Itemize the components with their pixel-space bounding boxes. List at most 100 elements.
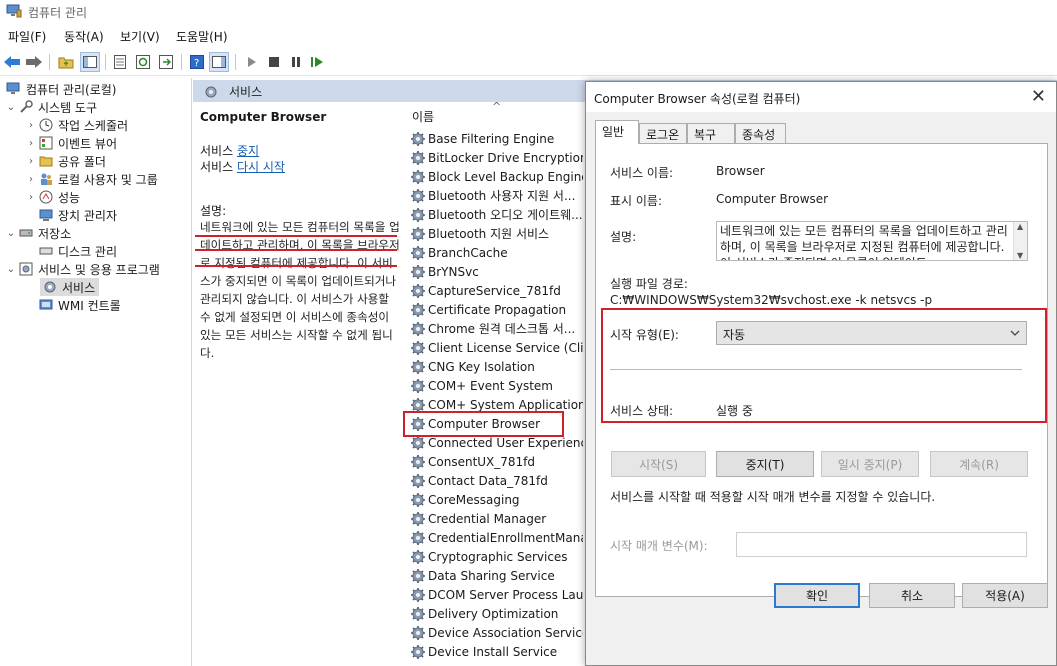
ok-button[interactable]: 확인 [774,583,860,608]
service-row-name: Bluetooth 지원 서비스 [428,227,550,241]
service-gear-icon [410,302,426,318]
menu-view[interactable]: 보기(V) [120,28,160,45]
service-name-value: Browser [716,164,765,178]
tree-item[interactable]: ⌄ 저장소 [6,224,71,242]
start-button[interactable]: 시작(S) [611,451,706,477]
service-gear-icon [410,340,426,356]
tree-item-label: 작업 스케줄러 [58,118,129,133]
service-row-name: Device Association Service [428,625,583,640]
service-row-name: Block Level Backup Engine ... [428,169,583,184]
display-name-value[interactable]: Computer Browser [716,192,828,206]
chevron-down-icon[interactable]: ⌄ [6,264,16,275]
scroll-up-icon[interactable]: ▲ [1017,222,1023,231]
computer-management-icon [6,4,22,18]
refresh-icon[interactable] [133,52,153,72]
help-icon[interactable]: ? [187,52,207,72]
restart-service-link[interactable]: 다시 시작 [237,160,285,174]
chevron-right-icon[interactable]: › [26,138,36,149]
annotation-underline [195,235,397,237]
tab-dependencies-label: 종속성 [742,128,776,142]
service-row-name: Delivery Optimization [428,606,559,621]
description-box-text: 네트워크에 있는 모든 컴퓨터의 목록을 업데이트하고 관리하며, 이 목록을 … [720,224,1008,260]
stop-service-link[interactable]: 중지 [237,144,259,158]
menu-file[interactable]: 파일(F) [8,28,46,45]
tab-dependencies[interactable]: 종속성 [735,123,786,143]
service-gear-icon [410,169,426,185]
chevron-down-icon[interactable]: ⌄ [6,228,16,239]
description-box[interactable]: 네트워크에 있는 모든 컴퓨터의 목록을 업데이트하고 관리하며, 이 목록을 … [716,221,1028,261]
disk-icon [38,244,54,258]
device-manager-icon [38,208,54,222]
start-params-input[interactable] [736,532,1027,557]
service-row-name: Credential Manager [428,511,547,526]
selected-service-name: Computer Browser [200,110,327,124]
tree-item[interactable]: ⌄ 서비스 및 응용 프로그램 [6,260,160,278]
up-folder-icon[interactable] [56,52,76,72]
highlight-box-computer-browser [403,411,564,437]
tab-general[interactable]: 일반 [595,120,639,144]
service-row-name: Certificate Propagation [428,302,567,317]
close-icon[interactable]: ✕ [1031,86,1046,107]
description-scrollbar[interactable]: ▲ ▼ [1013,222,1027,260]
service-gear-icon [410,549,426,565]
show-hide-tree-icon[interactable] [80,52,100,72]
resume-button[interactable]: 계속(R) [930,451,1028,477]
service-gear-icon [410,283,426,299]
exe-path-value: C:₩WINDOWS₩System32₩svchost.exe -k netsv… [610,293,933,307]
column-header-name[interactable]: 이름 [412,108,434,125]
properties-sheet-icon[interactable] [110,52,130,72]
tree-item[interactable]: › 성능 [26,188,80,206]
service-gear-icon [410,131,426,147]
service-row-name: ConsentUX_781fd [428,454,536,469]
tree-item[interactable]: ⌄ 시스템 도구 [6,98,97,116]
cancel-button[interactable]: 취소 [869,583,955,608]
service-row-name: DCOM Server Process Lau... [428,587,583,602]
chevron-right-icon[interactable]: › [26,174,36,185]
scroll-down-icon[interactable]: ▼ [1017,251,1023,260]
tree-item[interactable]: 디스크 관리 [26,242,117,260]
service-description-pane: Computer Browser 서비스 중지 서비스 다시 시작 설명: 네트… [193,102,403,666]
title-bar: 컴퓨터 관리 [0,0,1057,24]
services-gear-icon [205,86,217,98]
menu-action[interactable]: 동작(A) [64,28,104,45]
tree-item[interactable]: › 작업 스케줄러 [26,116,128,134]
back-arrow-icon[interactable] [2,52,22,72]
tree-item-label: WMI 컨트롤 [58,298,121,313]
tab-recovery[interactable]: 복구 [687,123,735,143]
clock-icon [38,118,54,132]
description-label: 설명: [200,204,227,218]
tree-item[interactable]: 장치 관리자 [26,206,117,224]
export-list-icon[interactable] [156,52,176,72]
service-gear-icon [410,188,426,204]
stop-service-icon[interactable] [264,52,284,72]
chevron-down-icon[interactable]: ⌄ [6,102,16,113]
chevron-right-icon[interactable]: › [26,156,36,167]
chevron-right-icon[interactable]: › [26,120,36,131]
tree-item[interactable]: WMI 컨트롤 [26,296,121,314]
forward-arrow-icon[interactable] [24,52,44,72]
service-row-name: COM+ Event System [428,378,553,393]
pause-button[interactable]: 일시 중지(P) [821,451,919,477]
service-gear-icon [410,568,426,584]
service-gear-icon [410,378,426,394]
shared-folder-icon [38,154,54,168]
tree-root[interactable]: 컴퓨터 관리(로컬) [4,80,116,98]
chevron-right-icon[interactable]: › [26,192,36,203]
service-row-name: Cryptographic Services [428,549,568,564]
highlight-box-startup-status [601,308,1047,423]
apply-button[interactable]: 적용(A) [962,583,1048,608]
tab-logon[interactable]: 로그온 [639,123,687,143]
start-service-icon[interactable] [242,52,262,72]
service-row-name: Base Filtering Engine [428,131,555,146]
pause-service-icon[interactable] [286,52,306,72]
tree-item[interactable]: › 이벤트 뷰어 [26,134,117,152]
action-pane-icon[interactable] [209,52,229,72]
tree-item[interactable]: › 공유 폴더 [26,152,106,170]
tree-item[interactable]: › 로컬 사용자 및 그룹 [26,170,158,188]
wmi-icon [38,298,54,312]
stop-button[interactable]: 중지(T) [716,451,814,477]
restart-service-icon[interactable] [308,52,328,72]
menu-help[interactable]: 도움말(H) [176,28,228,45]
tree-item-label: 로컬 사용자 및 그룹 [58,172,158,187]
tree-item[interactable]: 서비스 [40,278,100,296]
